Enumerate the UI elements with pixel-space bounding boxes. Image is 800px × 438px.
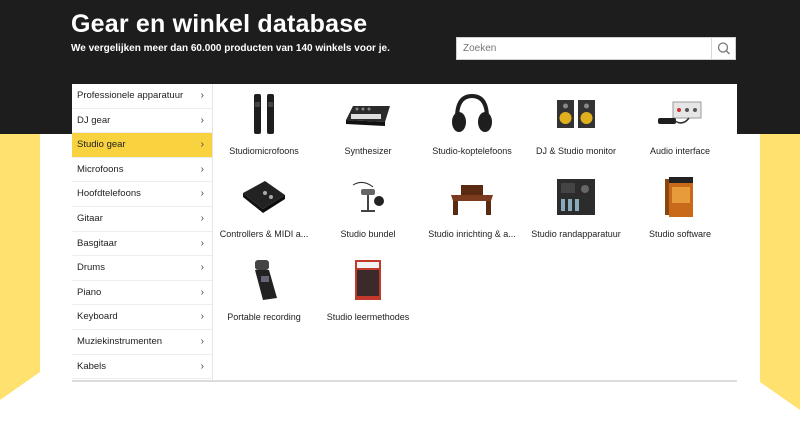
page-title: Gear en winkel database [71,10,368,38]
chevron-right-icon: › [200,188,204,200]
sidebar-item-label: Kabels [77,360,107,372]
category-label: Studio software [648,229,712,239]
category-tile-dj-studio-monitor[interactable]: DJ & Studio monitor [524,88,628,168]
search-input[interactable] [457,38,712,59]
studio-bundle-image [352,181,384,212]
sidebar-item-label: Microfoons [77,163,124,175]
category-label: Audio interface [649,146,711,156]
category-sidebar: Professionele apparatuur › DJ gear › Studi… [72,84,213,380]
sidebar-item-label: Muziekinstrumenten [77,335,163,347]
category-tile-synthesizer[interactable]: Synthesizer [316,88,420,168]
search-box [456,37,736,60]
sidebar-item-studio-gear[interactable]: Studio gear › [72,133,212,158]
studio-book-image [355,260,381,300]
studio-headphones-image [452,93,492,132]
sidebar-item-label: DJ gear [77,114,111,126]
category-tile-studio-bundel[interactable]: Studio bundel [316,171,420,251]
category-tile-studio-inrichting[interactable]: Studio inrichting & a... [420,171,524,251]
sidebar-item-label: Piano [77,286,102,298]
chevron-right-icon: › [200,163,204,175]
category-tile-studio-software[interactable]: Studio software [628,171,732,251]
chevron-right-icon: › [200,286,204,298]
sidebar-item-muziekinstrumenten[interactable]: Muziekinstrumenten › [72,330,212,355]
audio-interface-image [658,101,702,124]
chevron-right-icon: › [200,262,204,274]
category-label: Studio bundel [340,229,396,239]
chevron-right-icon: › [200,360,204,372]
category-label: Studio-koptelefoons [432,146,512,156]
sidebar-item-label: Professionele apparatuur [77,90,184,101]
chevron-right-icon: › [200,90,204,101]
category-label: Studio leermethodes [326,312,410,322]
chevron-right-icon: › [200,212,204,224]
category-tile-studio-koptelefoons[interactable]: Studio-koptelefoons [420,88,524,168]
sidebar-item-hoofdtelefoons[interactable]: Hoofdtelefoons › [72,182,212,207]
category-tile-studio-randapparatuur[interactable]: Studio randapparatuur [524,171,628,251]
midi-controller-image [243,181,285,213]
category-label: Studio inrichting & a... [428,229,516,239]
sidebar-item-kabels[interactable]: Kabels › [72,355,212,380]
chevron-right-icon: › [200,311,204,323]
studio-monitor-image [557,100,595,128]
sidebar-item-label: Basgitaar [77,237,118,249]
sidebar-item-piano[interactable]: Piano › [72,281,212,306]
studio-software-image [665,177,693,217]
sidebar-item-keyboard[interactable]: Keyboard › [72,305,212,330]
sidebar-item-drums[interactable]: Drums › [72,256,212,281]
category-label: DJ & Studio monitor [535,146,617,156]
category-label: Controllers & MIDI a... [219,229,309,239]
chevron-right-icon: › [200,114,204,126]
category-label: Studiomicrofoons [229,146,299,156]
chevron-right-icon: › [200,139,204,151]
category-label: Portable recording [227,312,301,322]
category-tile-audio-interface[interactable]: Audio interface [628,88,732,168]
page-subtitle: We vergelijken meer dan 60.000 producten… [71,43,390,54]
studio-furniture-image [451,185,493,215]
sidebar-item-professionele-apparatuur[interactable]: Professionele apparatuur › [72,84,212,109]
category-panel: Professionele apparatuur › DJ gear › Studi… [72,84,737,380]
category-tile-studio-leermethodes[interactable]: Studio leermethodes [316,254,420,334]
studio-peripheral-image [557,179,595,215]
category-label: Studio randapparatuur [531,229,621,239]
sidebar-item-dj-gear[interactable]: DJ gear › [72,109,212,134]
chevron-right-icon: › [200,335,204,347]
sidebar-item-label: Hoofdtelefoons [77,188,141,200]
sidebar-item-label: Gitaar [77,212,103,224]
sidebar-item-label: Drums [77,262,105,274]
sidebar-item-microfoons[interactable]: Microfoons › [72,158,212,183]
synthesizer-image [346,106,390,126]
sidebar-item-label: Keyboard [77,311,118,323]
search-icon [717,42,730,55]
chevron-right-icon: › [200,237,204,249]
category-label: Synthesizer [344,146,392,156]
studio-microphones-image [254,94,274,134]
category-tile-studiomicrofoons[interactable]: Studiomicrofoons [212,88,316,168]
portable-recorder-image [255,260,277,300]
sidebar-item-basgitaar[interactable]: Basgitaar › [72,232,212,257]
category-tile-controllers-midi[interactable]: Controllers & MIDI a... [212,171,316,251]
sidebar-item-label: Studio gear [77,139,126,151]
search-button[interactable] [711,38,735,59]
sidebar-item-gitaar[interactable]: Gitaar › [72,207,212,232]
category-tile-portable-recording[interactable]: Portable recording [212,254,316,334]
